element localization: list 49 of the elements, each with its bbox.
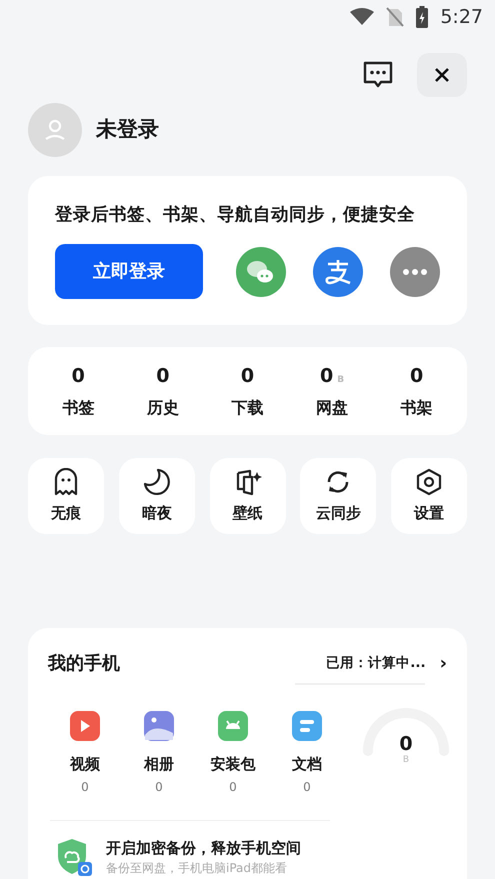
backup-title[interactable]: 开启加密备份，释放手机空间	[106, 836, 301, 859]
stat-item[interactable]: 0 书签	[36, 367, 121, 435]
close-button[interactable]	[417, 53, 467, 97]
login-prompt: 登录后书签、书架、导航自动同步，便捷安全	[55, 204, 416, 227]
wechat-login-button[interactable]	[236, 246, 286, 297]
category-item[interactable]: 相册 0	[122, 711, 196, 796]
gauge-unit: B	[402, 754, 410, 767]
stat-item[interactable]: 0 B 网盘	[290, 367, 374, 435]
person-icon	[44, 119, 66, 141]
tool-button[interactable]: 壁纸	[210, 458, 286, 534]
close-icon[interactable]	[435, 68, 449, 82]
stat-value: 0 B	[320, 367, 344, 386]
stat-item[interactable]: 0 下载	[205, 367, 290, 435]
android-icon	[218, 711, 248, 741]
more-icon	[403, 268, 427, 275]
gauge-value: 0	[399, 735, 413, 754]
user-name[interactable]: 未登录	[96, 114, 159, 146]
tool-button[interactable]: 云同步	[300, 458, 376, 534]
chevron-icon[interactable]: ›	[440, 650, 447, 677]
alipay-login-button[interactable]	[313, 246, 363, 297]
moon-icon	[142, 468, 171, 496]
category-item[interactable]: 文档 0	[270, 711, 344, 796]
storage-usage-link[interactable]: 已用：计算中...	[326, 653, 426, 674]
login-button[interactable]: 立即登录	[55, 244, 203, 300]
tool-button[interactable]: 设置	[391, 458, 467, 534]
category-item[interactable]: 安装包 0	[196, 711, 270, 796]
ghost-icon	[52, 468, 80, 496]
stat-value: 0	[156, 367, 170, 386]
section-title: 我的手机	[48, 652, 120, 676]
stat-item[interactable]: 0 书架	[374, 367, 459, 435]
video-icon	[70, 711, 100, 741]
stat-value: 0	[72, 367, 85, 386]
status-time: 5:27	[440, 4, 483, 30]
photo-icon	[144, 711, 174, 741]
settings-icon	[415, 468, 443, 496]
shield-icon	[56, 838, 92, 876]
battery-icon	[416, 6, 428, 28]
document-icon	[292, 711, 322, 741]
stat-value: 0	[410, 367, 424, 386]
category-item[interactable]: 视频 0	[48, 711, 122, 796]
message-icon[interactable]	[363, 61, 393, 89]
no-sim-icon	[386, 7, 404, 27]
wifi-icon	[350, 8, 374, 26]
tool-button[interactable]: 无痕	[28, 458, 104, 534]
stat-value: 0	[240, 367, 254, 386]
tool-button[interactable]: 暗夜	[118, 458, 195, 534]
backup-subtitle: 备份至网盘，手机电脑iPad都能看	[106, 860, 288, 877]
more-login-button[interactable]	[390, 246, 440, 297]
stat-item[interactable]: 0 历史	[120, 367, 206, 435]
